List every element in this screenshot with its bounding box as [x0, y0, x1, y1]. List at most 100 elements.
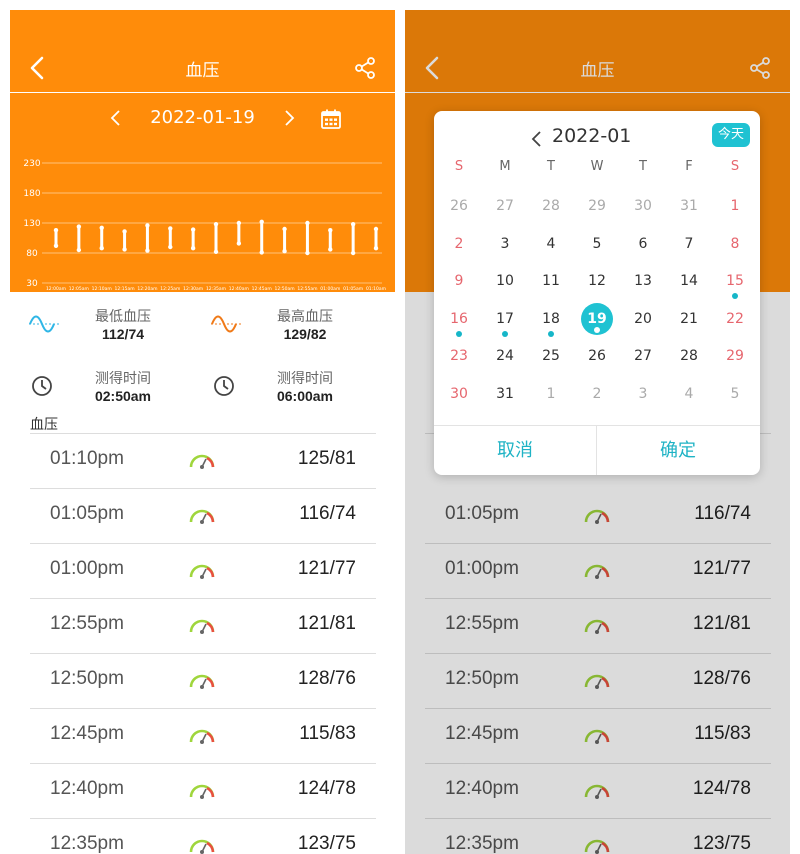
bp-point	[213, 222, 219, 227]
calendar-day[interactable]: 10	[482, 262, 528, 300]
day-number: 5	[592, 235, 602, 252]
today-button[interactable]: 今天	[712, 123, 750, 147]
calendar-day[interactable]: 13	[620, 262, 666, 300]
measurement-time: 12:35pm	[50, 833, 124, 854]
calendar-day[interactable]: 14	[666, 262, 712, 300]
current-date[interactable]: 2022-01-19	[140, 107, 265, 128]
calendar-day[interactable]: 16	[436, 300, 482, 338]
calendar-day[interactable]: 20	[620, 300, 666, 338]
calendar-day[interactable]: 2	[574, 375, 620, 413]
bp-point	[259, 250, 264, 255]
has-data-dot	[548, 330, 554, 337]
calendar-day[interactable]: 11	[528, 262, 574, 300]
day-number: 5	[730, 386, 740, 402]
calendar-day[interactable]: 31	[482, 375, 528, 413]
list-item[interactable]: 12:55pm 121/81	[30, 599, 376, 654]
calendar-day[interactable]: 3	[482, 225, 528, 263]
calendar-icon[interactable]	[320, 108, 342, 130]
calendar-day[interactable]: 24	[482, 337, 528, 375]
calendar-day[interactable]: 28	[666, 337, 712, 375]
calendar-day[interactable]: 9	[436, 262, 482, 300]
weekday-label: W	[590, 159, 604, 174]
calendar-day[interactable]: 12	[574, 262, 620, 300]
list-item[interactable]: 01:10pm 125/81	[30, 434, 376, 489]
day-number: 10	[496, 273, 514, 290]
bp-point	[259, 219, 264, 224]
list-item[interactable]: 12:35pm 123/75	[30, 819, 376, 854]
calendar-day[interactable]: 2	[436, 225, 482, 263]
measurement-time: 01:10pm	[50, 448, 124, 469]
measurement-time: 01:00pm	[50, 558, 124, 579]
measurement-time: 12:55pm	[50, 613, 124, 634]
bp-point	[373, 226, 379, 232]
bp-point	[328, 247, 333, 252]
calendar-day[interactable]: 26	[574, 337, 620, 375]
calendar-day[interactable]: 4	[666, 375, 712, 413]
list-item[interactable]: 01:00pm 121/77	[30, 544, 376, 599]
calendar-day[interactable]: 23	[436, 337, 482, 375]
day-number: 6	[638, 235, 648, 252]
calendar-day[interactable]: 22	[712, 300, 758, 338]
calendar-day[interactable]: 1	[528, 375, 574, 413]
weekday-label: F	[685, 159, 693, 174]
calendar-day[interactable]: 15	[712, 262, 758, 300]
bp-point	[145, 248, 150, 253]
share-icon[interactable]	[353, 56, 377, 80]
calendar-day[interactable]: 21	[666, 300, 712, 338]
day-number: 20	[634, 310, 652, 327]
calendar-day[interactable]: 27	[620, 337, 666, 375]
list-item[interactable]: 12:40pm 124/78	[30, 764, 376, 819]
calendar-day[interactable]: 8	[712, 225, 758, 263]
measure-time-value-1: 02:50am	[94, 388, 152, 404]
calendar-day[interactable]: 27	[482, 187, 528, 225]
measurement-value: 121/77	[297, 558, 356, 579]
calendar-day[interactable]: 5	[712, 375, 758, 413]
bp-point	[305, 250, 310, 256]
calendar-day[interactable]: 29	[712, 337, 758, 375]
cancel-button[interactable]: 取消	[434, 426, 596, 475]
measure-time-item-2: 测得时间 06:00am	[192, 364, 362, 414]
calendar-day[interactable]: 26	[436, 187, 482, 225]
calendar-day[interactable]: 4	[528, 225, 574, 263]
bp-point	[236, 241, 242, 246]
weekday-label: S	[730, 159, 740, 174]
calendar-day[interactable]: 31	[666, 187, 712, 225]
calendar-day[interactable]: 6	[620, 225, 666, 263]
lowest-bp-item: 最低血压 112/74	[10, 302, 180, 352]
previous-day-icon[interactable]	[108, 108, 124, 128]
bp-point	[350, 250, 356, 256]
calendar-day[interactable]: 30	[436, 375, 482, 413]
calendar-day[interactable]: 25	[528, 337, 574, 375]
calendar-day[interactable]: 30	[620, 187, 666, 225]
day-number: 2	[454, 235, 464, 252]
calendar-day[interactable]: 7	[666, 225, 712, 263]
day-number: 31	[496, 386, 514, 402]
list-item[interactable]: 12:50pm 128/76	[30, 654, 376, 709]
day-number: 15	[726, 273, 744, 290]
calendar-day[interactable]: 1	[712, 187, 758, 225]
next-day-icon[interactable]	[281, 108, 297, 128]
highest-bp-value: 129/82	[283, 326, 327, 342]
day-number: 28	[680, 348, 698, 365]
day-number: 16	[450, 310, 468, 327]
day-number: 3	[500, 235, 510, 252]
calendar-day[interactable]: 18	[528, 300, 574, 338]
calendar-day[interactable]: 17	[482, 300, 528, 338]
calendar-day[interactable]: 29	[574, 187, 620, 225]
day-number: 2	[592, 386, 602, 402]
day-number: 1	[730, 198, 740, 214]
day-number: 28	[542, 198, 560, 214]
measurement-time: 01:05pm	[50, 503, 124, 524]
measurement-time: 12:45pm	[50, 723, 124, 744]
bp-point	[76, 247, 82, 253]
calendar-day[interactable]: 3	[620, 375, 666, 413]
list-item[interactable]: 12:45pm 115/83	[30, 709, 376, 764]
wave-orange-icon	[211, 315, 243, 333]
list-item[interactable]: 01:05pm 116/74	[30, 489, 376, 544]
calendar-day-selected[interactable]: 19	[574, 300, 620, 338]
weekday-label: T	[547, 159, 555, 174]
confirm-button[interactable]: 确定	[597, 426, 759, 475]
calendar-day[interactable]: 5	[574, 225, 620, 263]
previous-month-icon[interactable]	[530, 129, 544, 149]
calendar-day[interactable]: 28	[528, 187, 574, 225]
